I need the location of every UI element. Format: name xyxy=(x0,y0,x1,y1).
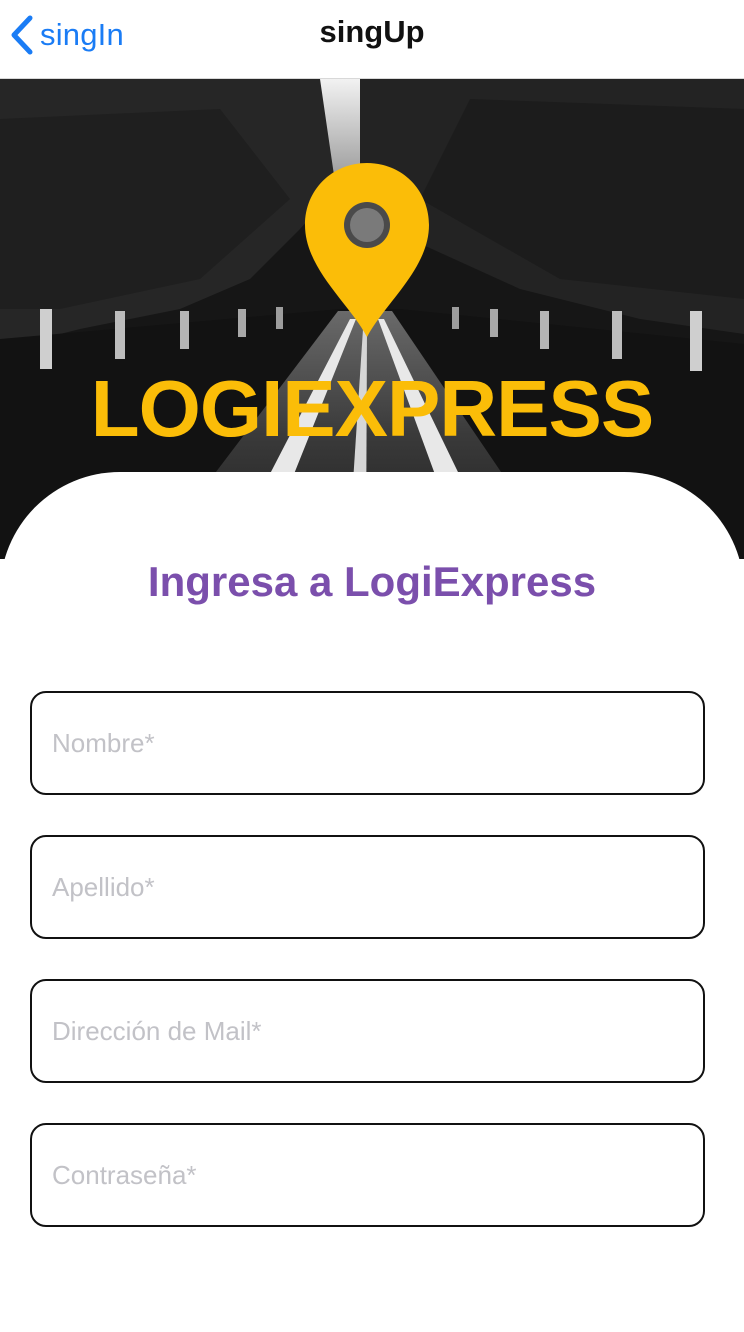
first-name-input[interactable] xyxy=(30,691,705,795)
form-heading: Ingresa a LogiExpress xyxy=(147,558,597,605)
navigation-bar: singIn singUp xyxy=(0,0,744,79)
password-input[interactable] xyxy=(30,1123,705,1227)
signup-card: Ingresa a LogiExpress xyxy=(0,472,744,1332)
last-name-input[interactable] xyxy=(30,835,705,939)
page-title: singUp xyxy=(319,14,425,49)
email-input[interactable] xyxy=(30,979,705,1083)
brand-logo-text: LOGIEXPRESS xyxy=(90,364,654,453)
